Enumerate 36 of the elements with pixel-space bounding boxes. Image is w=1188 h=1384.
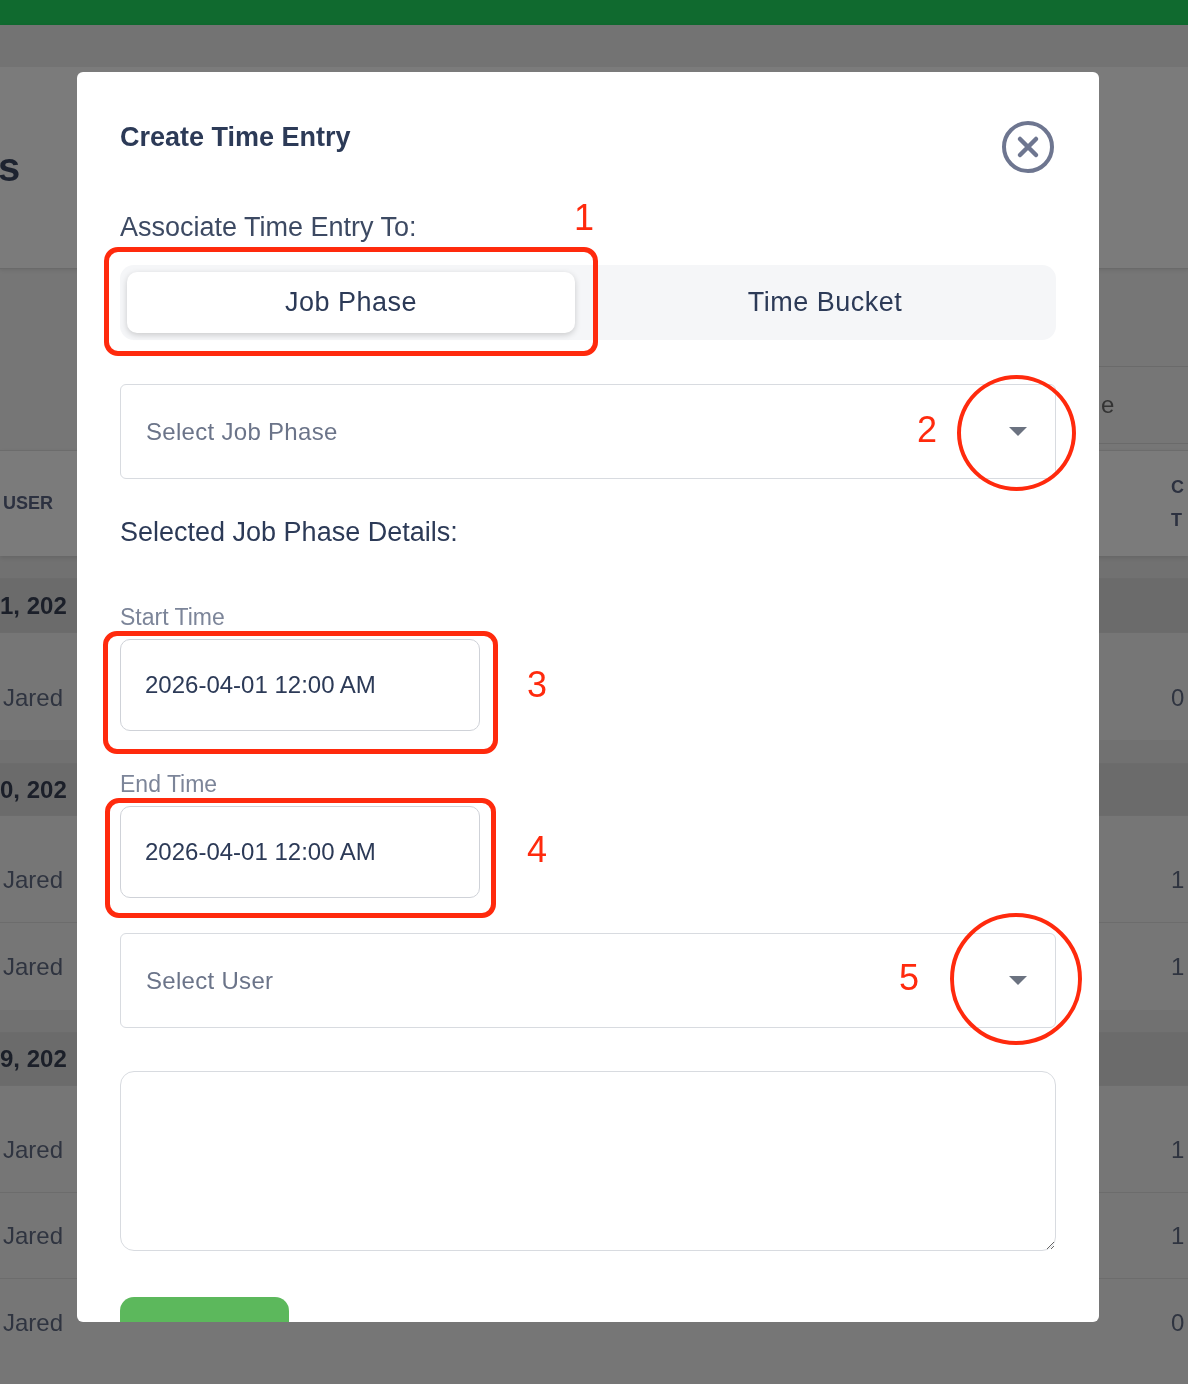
close-icon[interactable] — [1001, 120, 1055, 174]
annotation-number: 3 — [527, 667, 548, 703]
caret-icon — [1009, 976, 1027, 985]
modal-title: Create Time Entry — [120, 122, 351, 153]
table-cell: 1 — [1171, 952, 1185, 981]
section-heading: Selected Job Phase Details: — [120, 517, 458, 548]
table-cell: 1 — [1171, 1221, 1185, 1250]
field-label: Start Time — [120, 606, 225, 629]
table-cell: 1 — [1171, 1136, 1185, 1164]
tab[interactable]: Job Phase — [127, 272, 575, 333]
table-cell: Jared — [3, 866, 64, 894]
table-cell: Jared — [3, 683, 64, 712]
table-cell: Jared — [3, 952, 64, 981]
date-group-label: 0, 202 — [0, 775, 67, 804]
table-cell: Jared — [3, 1136, 64, 1164]
table-cell: 0 — [1171, 1308, 1185, 1337]
column-header: USER — [3, 493, 53, 514]
caret-icon — [1009, 427, 1027, 436]
table-cell: 1 — [1171, 866, 1185, 894]
field-label: Associate Time Entry To: — [120, 212, 417, 243]
end-time-field[interactable]: 2026-04-01 12:00 AM — [120, 806, 480, 898]
start-time-field[interactable]: 2026-04-01 12:00 AM — [120, 639, 480, 731]
date-group-label: 1, 202 — [0, 591, 67, 620]
tab[interactable]: Time Bucket — [601, 272, 1049, 333]
notes-field[interactable] — [120, 1071, 1056, 1251]
annotation-number: 1 — [574, 200, 595, 236]
annotation-number: 2 — [917, 412, 938, 448]
page-title: s — [0, 145, 21, 190]
date-group-label: 9, 202 — [0, 1045, 67, 1073]
field-label: End Time — [120, 773, 218, 796]
table-cell: 0 — [1171, 683, 1185, 712]
annotation-number: 5 — [899, 960, 920, 996]
table-cell: Jared — [3, 1308, 64, 1337]
table-cell: Jared — [3, 1221, 64, 1250]
annotation-number: 4 — [527, 832, 548, 868]
column-header: C T — [1171, 476, 1184, 531]
